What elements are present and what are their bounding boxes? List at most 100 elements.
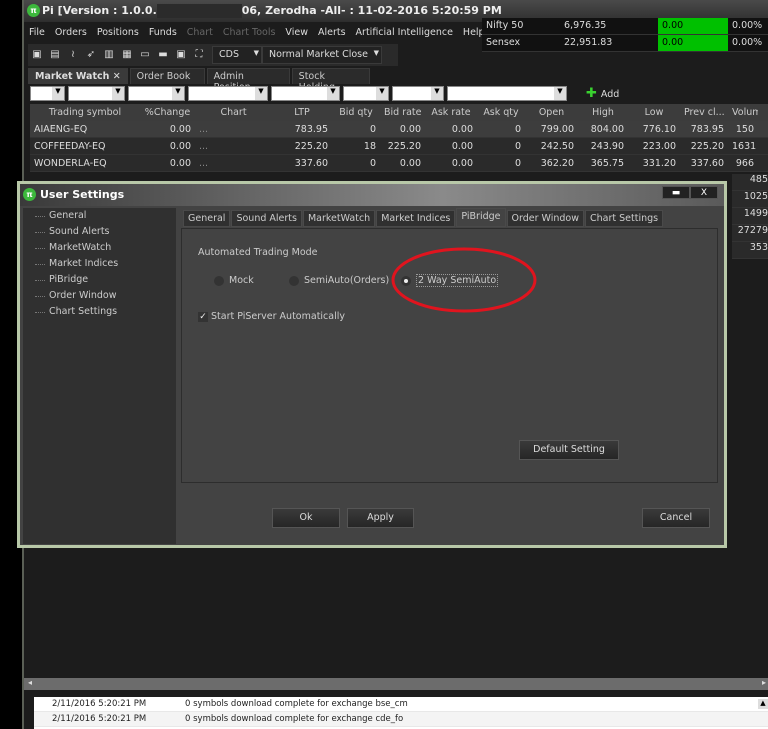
table-cell: ...	[199, 140, 209, 152]
column-header[interactable]: Low	[628, 107, 680, 118]
column-header[interactable]: Volum	[728, 107, 758, 118]
default-setting-button[interactable]: Default Setting	[519, 440, 619, 460]
ok-button[interactable]: Ok	[272, 508, 340, 528]
log-row: 2/11/2016 5:20:21 PM 0 symbols download c…	[34, 697, 768, 712]
tab-marketwatch[interactable]: MarketWatch	[302, 210, 376, 227]
scroll-left-icon[interactable]: ◂	[28, 678, 32, 687]
filter-dropdown[interactable]: ▼	[30, 86, 65, 101]
tree-item-chart-settings[interactable]: Chart Settings	[23, 304, 176, 320]
filter-dropdown[interactable]: ▼	[188, 86, 268, 101]
table-row[interactable]: COFFEEDAY-EQ 0.00... 225.20 18 225.20 0.00 0 24…	[30, 138, 768, 155]
column-header[interactable]: Bid rate	[380, 107, 425, 118]
briefcase-icon[interactable]: ▭	[138, 48, 152, 62]
title-prefix: Pi [Version : 1.0.0.	[42, 4, 157, 17]
menu-artificial-intelligence[interactable]: Artificial Intelligence	[351, 24, 458, 42]
tab-chart-settings[interactable]: Chart Settings	[585, 210, 664, 227]
table-cell: COFFEEDAY-EQ	[34, 140, 106, 152]
scroll-right-icon[interactable]: ▸	[762, 678, 766, 687]
tab-stock-holding[interactable]: Stock Holding	[291, 68, 370, 93]
table-cell: ...	[199, 123, 209, 135]
section-label: Automated Trading Mode	[198, 247, 318, 258]
table-cell: 1631	[732, 140, 757, 152]
column-header[interactable]: Bid qty	[332, 107, 380, 118]
tree-item-pibridge[interactable]: PiBridge	[23, 272, 176, 288]
tree-item-general[interactable]: General	[23, 208, 176, 224]
log-time: 2/11/2016 5:20:21 PM	[52, 699, 147, 709]
table-cell: 223.00	[642, 140, 676, 152]
menu-file[interactable]: File	[24, 24, 50, 42]
column-header[interactable]: Chart	[195, 107, 272, 118]
add-label: Add	[600, 89, 620, 100]
column-header[interactable]: Ask qty	[477, 107, 525, 118]
filter-dropdown[interactable]: ▼	[447, 86, 567, 101]
tab-order-window[interactable]: Order Window	[506, 210, 584, 227]
table-cell: 365.75	[590, 157, 624, 169]
market-status-select[interactable]: Normal Market Close ▼	[262, 46, 382, 64]
column-header[interactable]: High	[578, 107, 628, 118]
tree-item-sound-alerts[interactable]: Sound Alerts	[23, 224, 176, 240]
tree-item-market-indices[interactable]: Market Indices	[23, 256, 176, 272]
column-header[interactable]: Ask rate	[425, 107, 477, 118]
chart-icon[interactable]: ≀	[66, 48, 80, 62]
tab-pibridge[interactable]: PiBridge	[456, 208, 506, 227]
table-cell: 783.95	[690, 123, 724, 135]
filter-dropdown[interactable]: ▼	[343, 86, 389, 101]
filter-dropdown[interactable]: ▼	[271, 86, 340, 101]
column-header[interactable]: LTP	[272, 107, 332, 118]
order-book-icon[interactable]: ▦	[120, 48, 134, 62]
message-log: 2/11/2016 5:20:21 PM 0 symbols download c…	[34, 697, 768, 729]
menu-funds[interactable]: Funds	[144, 24, 182, 42]
table-cell: 0.00	[169, 123, 191, 135]
radio-label: Mock	[229, 275, 254, 286]
market-watch-grid: Trading symbol %Change Chart LTP Bid qty Bid …	[30, 104, 768, 172]
menu-alerts[interactable]: Alerts	[313, 24, 351, 42]
tab-order-book[interactable]: Order Book	[129, 68, 205, 84]
fullscreen-icon[interactable]: ⛶	[192, 48, 206, 62]
tab-market-indices[interactable]: Market Indices	[376, 210, 456, 227]
add-button[interactable]: ✚ Add	[586, 86, 619, 101]
apply-button[interactable]: Apply	[347, 508, 414, 528]
close-button[interactable]: X	[690, 186, 718, 199]
scroll-up-icon[interactable]: ▲	[758, 699, 768, 709]
folder-icon[interactable]: ▬	[156, 48, 170, 62]
cancel-button[interactable]: Cancel	[642, 508, 710, 528]
close-icon[interactable]: ✕	[113, 71, 121, 82]
chevron-down-icon: ▼	[253, 49, 259, 57]
column-header[interactable]: Open	[525, 107, 578, 118]
column-header[interactable]: %Change	[140, 107, 195, 118]
portfolio-icon[interactable]: ▣	[174, 48, 188, 62]
horizontal-scrollbar[interactable]: ◂ ▸	[24, 678, 768, 690]
filter-dropdown[interactable]: ▼	[128, 86, 185, 101]
index-pct: 0.00%	[732, 20, 763, 31]
market-status-value: Normal Market Close	[269, 49, 368, 60]
highlight-ellipse-shape	[391, 247, 537, 313]
new-window-icon[interactable]: ▣	[30, 48, 44, 62]
book-icon[interactable]: ▥	[102, 48, 116, 62]
menu-view[interactable]: View	[280, 24, 313, 42]
column-header[interactable]: Prev cl...	[680, 107, 728, 118]
pi-logo-icon: π	[23, 188, 36, 201]
table-row[interactable]: WONDERLA-EQ 0.00... 337.60 0 0.00 0.00 0 362.20…	[30, 155, 768, 172]
index-row-sensex: Sensex 22,951.83 0.00 0.00%	[482, 35, 768, 52]
minimize-button[interactable]: ▬	[662, 186, 690, 199]
tab-market-watch[interactable]: Market Watch ✕	[28, 68, 128, 84]
tab-admin-position[interactable]: Admin Position	[206, 68, 290, 93]
filter-dropdown[interactable]: ▼	[392, 86, 444, 101]
exchange-select[interactable]: CDS ▼	[212, 46, 262, 64]
filter-dropdown[interactable]: ▼	[68, 86, 125, 101]
rocket-icon[interactable]: ➶	[84, 48, 98, 62]
index-change: 0.00	[658, 18, 728, 34]
tab-general[interactable]: General	[183, 210, 231, 227]
start-piserver-checkbox[interactable]: ✓ Start PiServer Automatically	[198, 311, 345, 322]
tree-item-order-window[interactable]: Order Window	[23, 288, 176, 304]
table-cell: 0.00	[399, 157, 421, 169]
menu-orders[interactable]: Orders	[50, 24, 92, 42]
save-icon[interactable]: ▤	[48, 48, 62, 62]
radio-semiauto-orders[interactable]: SemiAuto(Orders)	[289, 275, 389, 286]
table-row[interactable]: AIAENG-EQ 0.00... 783.95 0 0.00 0.00 0 799.00 80…	[30, 121, 768, 138]
column-header[interactable]: Trading symbol	[30, 107, 140, 118]
tree-item-marketwatch[interactable]: MarketWatch	[23, 240, 176, 256]
tab-sound-alerts[interactable]: Sound Alerts	[231, 210, 302, 227]
radio-mock[interactable]: Mock	[214, 275, 254, 286]
menu-positions[interactable]: Positions	[92, 24, 144, 42]
